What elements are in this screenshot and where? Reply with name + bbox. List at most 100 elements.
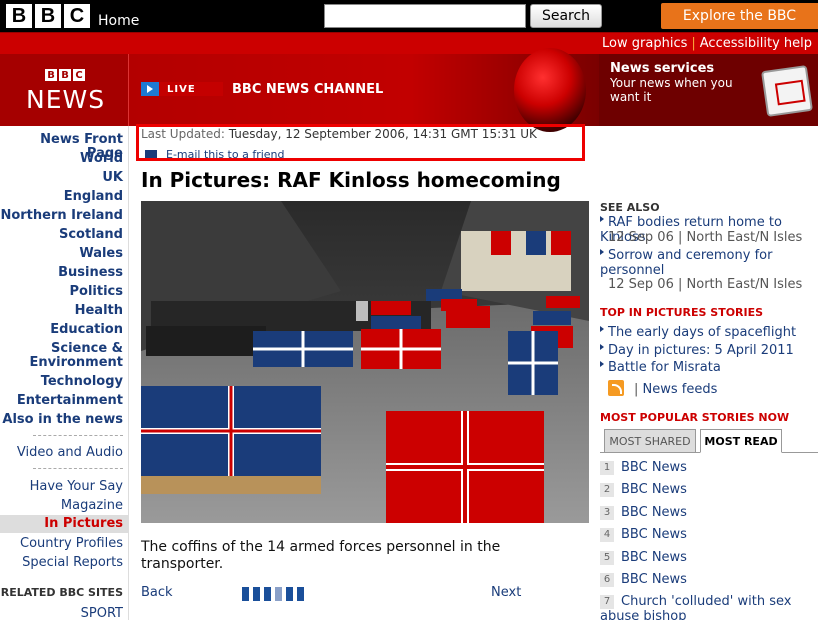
rss-icon <box>608 380 624 396</box>
most-read-item-4[interactable]: 4 BBC News <box>600 527 687 542</box>
pager-page-2[interactable] <box>253 587 260 601</box>
rank-badge: 3 <box>600 506 614 520</box>
nav-video-and-audio[interactable]: Video and Audio <box>17 446 123 460</box>
nav-entertainment[interactable]: Entertainment <box>17 394 123 408</box>
news-feeds-link[interactable]: | News feeds <box>608 380 717 397</box>
pager-page-3[interactable] <box>264 587 271 601</box>
rank-badge: 6 <box>600 573 614 587</box>
news-channel-promo[interactable]: LIVE BBC NEWS CHANNEL <box>129 48 599 132</box>
nav-magazine[interactable]: Magazine <box>61 499 123 513</box>
see-also-section-2: North East/N Isles <box>686 277 803 292</box>
most-read-item-7[interactable]: 7 Church 'colluded' with sex abuse bishop <box>600 594 818 620</box>
top-story-link-3[interactable]: Battle for Misrata <box>600 360 721 375</box>
bullet-arrow-icon <box>600 361 604 367</box>
see-also-sep-1: | <box>678 230 683 245</box>
most-read-item-2[interactable]: 2 BBC News <box>600 482 687 497</box>
home-link[interactable]: Home <box>98 13 139 29</box>
see-also-title-2: Sorrow and ceremony for personnel <box>600 248 773 278</box>
nav-northern-ireland[interactable]: Northern Ireland <box>0 209 123 223</box>
top-story-link-1[interactable]: The early days of spaceflight <box>600 325 796 340</box>
nav-sport[interactable]: SPORT <box>81 607 123 620</box>
pager-page-6[interactable] <box>297 587 304 601</box>
coffins-in-aircraft-image <box>141 201 589 523</box>
bbc-logo[interactable]: B B C <box>6 4 90 28</box>
related-sites-heading: RELATED BBC SITES <box>0 586 123 599</box>
utility-separator: | <box>691 36 696 51</box>
most-read-item-1[interactable]: 1 BBC News <box>600 460 687 475</box>
see-also-heading: SEE ALSO <box>600 201 660 214</box>
nav-in-pictures[interactable]: In Pictures <box>44 517 123 531</box>
top-story-link-2[interactable]: Day in pictures: 5 April 2011 <box>600 343 794 358</box>
news-logo-letter-b1: B <box>45 69 57 81</box>
top-stories-heading: TOP IN PICTURES STORIES <box>600 306 764 319</box>
nav-business[interactable]: Business <box>58 266 123 280</box>
bullet-arrow-icon <box>600 326 604 332</box>
news-channel-title: BBC NEWS CHANNEL <box>232 82 384 97</box>
last-updated-label: Last Updated: <box>141 127 225 141</box>
nav-education[interactable]: Education <box>50 323 123 337</box>
back-link[interactable]: Back <box>141 585 173 600</box>
bullet-arrow-icon <box>600 344 604 350</box>
utility-bar: Low graphics | Accessibility help <box>0 32 818 54</box>
bullet-arrow-icon <box>600 216 604 222</box>
nav-wales[interactable]: Wales <box>79 247 123 261</box>
rank-badge: 4 <box>600 528 614 542</box>
live-badge: LIVE <box>141 82 223 96</box>
nav-uk[interactable]: UK <box>102 171 123 185</box>
nav-also-in-the-news[interactable]: Also in the news <box>2 413 123 427</box>
rank-badge: 7 <box>600 595 614 609</box>
most-read-title-3: BBC News <box>621 505 687 520</box>
bbc-logo-letter-b2: B <box>35 4 61 28</box>
pager-page-4-current[interactable] <box>275 587 282 601</box>
see-also-link-2[interactable]: Sorrow and ceremony for personnel <box>600 248 790 278</box>
page-title: In Pictures: RAF Kinloss homecoming <box>141 168 561 192</box>
pager-page-1[interactable] <box>242 587 249 601</box>
nav-scotland[interactable]: Scotland <box>59 228 123 242</box>
nav-science-line1[interactable]: Science & <box>51 342 123 356</box>
nav-special-reports[interactable]: Special Reports <box>22 556 123 570</box>
most-read-title-4: BBC News <box>621 527 687 542</box>
rank-badge: 1 <box>600 461 614 475</box>
tab-most-shared[interactable]: MOST SHARED <box>604 429 696 453</box>
rank-badge: 5 <box>600 551 614 565</box>
explore-bbc-button[interactable]: Explore the BBC <box>661 3 818 29</box>
left-navigation: News Front Page World UK England Norther… <box>0 126 129 620</box>
bbc-logo-letter-c: C <box>64 4 90 28</box>
nav-health[interactable]: Health <box>75 304 123 318</box>
tab-most-read[interactable]: MOST READ <box>700 429 782 453</box>
rank-badge: 2 <box>600 483 614 497</box>
news-logo-letter-b2: B <box>59 69 71 81</box>
see-also-date-2: 12 Sep 06 <box>608 277 674 292</box>
news-logo-letter-c: C <box>73 69 85 81</box>
pager-page-5[interactable] <box>286 587 293 601</box>
top-story-title-3: Battle for Misrata <box>608 360 721 375</box>
news-services-text: Your news when you want it <box>610 76 733 104</box>
nav-england[interactable]: England <box>64 190 123 204</box>
most-read-item-6[interactable]: 6 BBC News <box>600 572 687 587</box>
top-story-title-2: Day in pictures: 5 April 2011 <box>608 343 794 358</box>
next-link[interactable]: Next <box>491 585 521 600</box>
most-read-item-3[interactable]: 3 BBC News <box>600 505 687 520</box>
nav-technology[interactable]: Technology <box>41 375 123 389</box>
accessibility-help-link[interactable]: Accessibility help <box>700 36 812 51</box>
search-input[interactable] <box>324 4 526 28</box>
see-also-section-1: North East/N Isles <box>686 230 803 245</box>
photo-caption: The coffins of the 14 armed forces perso… <box>141 539 501 572</box>
email-friend-link[interactable]: E-mail this to a friend <box>145 148 285 161</box>
bullet-arrow-icon <box>600 249 604 255</box>
nav-world[interactable]: World <box>80 152 123 166</box>
bbc-news-logo[interactable]: B B C NEWS <box>0 54 129 126</box>
devices-icon <box>761 65 813 117</box>
nav-science-line2[interactable]: Environment <box>30 356 124 370</box>
nav-have-your-say[interactable]: Have Your Say <box>30 480 123 494</box>
most-popular-heading: MOST POPULAR STORIES NOW <box>600 411 790 424</box>
nav-politics[interactable]: Politics <box>70 285 124 299</box>
most-read-title-1: BBC News <box>621 460 687 475</box>
news-banner: B B C NEWS LIVE BBC NEWS CHANNEL News se… <box>0 48 818 132</box>
nav-country-profiles[interactable]: Country Profiles <box>20 537 123 551</box>
most-read-item-5[interactable]: 5 BBC News <box>600 550 687 565</box>
low-graphics-link[interactable]: Low graphics <box>602 36 687 51</box>
search-button[interactable]: Search <box>530 4 602 28</box>
news-services-promo[interactable]: News services Your news when you want it <box>599 54 818 126</box>
bbc-top-bar: B B C Home Search Explore the BBC <box>0 0 818 32</box>
